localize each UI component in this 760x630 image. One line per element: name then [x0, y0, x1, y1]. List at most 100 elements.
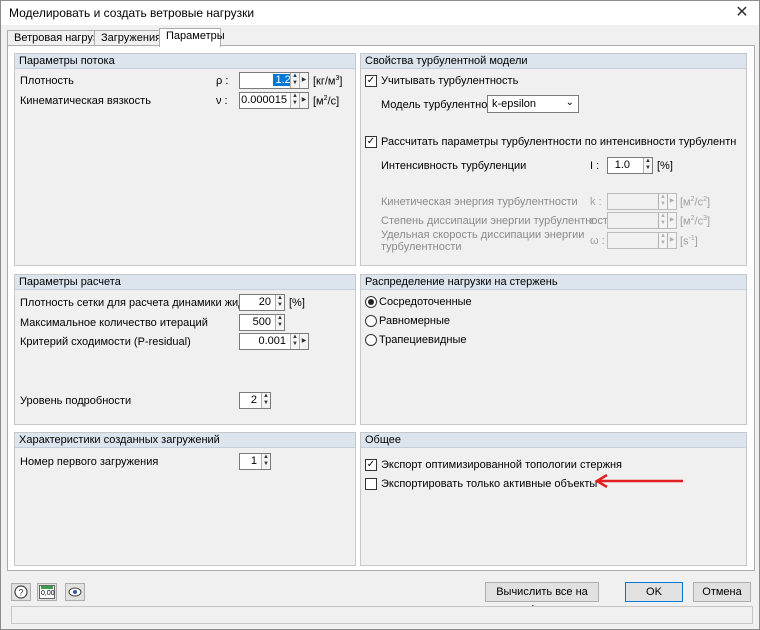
viscosity-input[interactable]: 0.000015 ▲ ▼ ▶	[239, 92, 309, 109]
consider-turbulence-label: Учитывать турбулентность	[381, 75, 519, 87]
turbulence-model-label: Модель турбулентности	[381, 99, 505, 111]
viscosity-value: 0.000015	[241, 94, 287, 106]
dissipation-unit: [м2/с3]	[680, 215, 711, 228]
spin-updown-icon[interactable]: ▲ ▼	[643, 158, 652, 173]
trapezoidal-radio[interactable]	[365, 334, 377, 346]
kinetic-energy-label: Кинетическая энергия турбулентности	[381, 196, 578, 208]
title-bar: Моделировать и создать ветровые нагрузки…	[1, 1, 759, 25]
group-header: Распределение нагрузки на стержень	[361, 275, 746, 290]
annotation-arrow-icon	[594, 474, 683, 488]
uniform-radio[interactable]	[365, 315, 377, 327]
spin-updown-icon[interactable]: ▲ ▼	[261, 393, 270, 408]
density-unit: [кг/м3]	[313, 75, 343, 88]
spin-updown-icon: ▲ ▼	[658, 194, 667, 209]
export-active-label: Экспортировать только активные объекты	[381, 478, 598, 490]
intensity-unit: [%]	[657, 160, 673, 172]
tab-wind-load[interactable]: Ветровая нагрузка	[7, 30, 109, 46]
load-cases-group: Характеристики созданных загружений Номе…	[14, 432, 356, 566]
mesh-density-label: Плотность сетки для расчета динамики жид…	[20, 297, 273, 309]
max-iterations-value: 500	[252, 316, 271, 328]
spin-right-icon[interactable]: ▶	[299, 93, 308, 108]
first-load-case-input[interactable]: 1 ▲ ▼	[239, 453, 271, 470]
spin-updown-icon[interactable]: ▲ ▼	[290, 334, 299, 349]
spin-updown-icon: ▲ ▼	[658, 213, 667, 228]
spin-right-icon[interactable]: ▶	[299, 334, 308, 349]
detail-level-value: 2	[250, 394, 257, 406]
detail-level-input[interactable]: 2 ▲ ▼	[239, 392, 271, 409]
export-active-checkbox[interactable]	[365, 478, 377, 490]
chevron-down-icon: ⌄	[565, 97, 574, 108]
flow-parameters-group: Параметры потока Плотность ρ : 1.250 ▲▼ …	[14, 53, 356, 266]
intensity-value: 1.0	[614, 159, 630, 171]
spin-right-icon: ▶	[667, 194, 676, 209]
turbulence-model-select[interactable]: k-epsilon ⌄	[487, 95, 579, 113]
ok-button[interactable]: OK	[625, 582, 683, 602]
spin-right-icon: ▶	[667, 213, 676, 228]
cancel-button[interactable]: Отмена	[693, 582, 751, 602]
kinetic-energy-symbol: k :	[590, 196, 602, 208]
mesh-density-unit: [%]	[289, 297, 305, 309]
group-header: Параметры расчета	[15, 275, 355, 290]
status-bar	[11, 606, 753, 624]
group-header: Характеристики созданных загружений	[15, 433, 355, 448]
first-load-case-label: Номер первого загружения	[20, 456, 159, 468]
dissipation-label: Степень диссипации энергии турбулентност…	[381, 215, 615, 227]
spin-updown-icon[interactable]: ▲ ▼	[290, 93, 299, 108]
svg-text:?: ?	[18, 588, 23, 598]
max-iterations-label: Максимальное количество итераций	[20, 317, 208, 329]
view-button[interactable]	[65, 583, 85, 601]
spin-right-icon: ▶	[667, 233, 676, 248]
spin-updown-icon[interactable]: ▲ ▼	[261, 454, 270, 469]
spin-updown-icon: ▲ ▼	[658, 233, 667, 248]
intensity-symbol: I :	[590, 160, 600, 172]
consider-turbulence-checkbox[interactable]: ✓	[365, 75, 377, 87]
group-header: Свойства турбулентной модели	[361, 54, 746, 69]
spin-updown-icon[interactable]: ▲ ▼	[275, 295, 284, 310]
density-input[interactable]: 1.250 ▲▼ ▶	[239, 72, 309, 89]
turbulence-model-group: Свойства турбулентной модели ✓ Учитывать…	[360, 53, 747, 266]
specific-dissipation-unit: [s-1]	[680, 235, 698, 248]
uniform-label: Равномерные	[379, 315, 451, 327]
spin-updown-icon[interactable]: ▲ ▼	[290, 73, 299, 88]
trapezoidal-label: Трапециевидные	[379, 334, 467, 346]
dissipation-symbol: ε :	[590, 215, 602, 227]
load-distribution-group: Распределение нагрузки на стержень Сосре…	[360, 274, 747, 425]
first-load-case-value: 1	[250, 455, 257, 467]
help-icon: ?	[14, 585, 28, 599]
specific-dissipation-label-1: Удельная скорость диссипации энергии	[381, 229, 585, 241]
mesh-density-input[interactable]: 20 ▲ ▼	[239, 294, 285, 311]
export-topology-checkbox[interactable]: ✓	[365, 459, 377, 471]
spin-updown-icon[interactable]: ▲ ▼	[275, 315, 284, 330]
detail-level-label: Уровень подробности	[20, 395, 132, 407]
calc-all-background-button[interactable]: Вычислить все на фоне	[485, 582, 599, 616]
group-header: Параметры потока	[15, 54, 355, 69]
residual-value: 0.001	[258, 335, 286, 347]
viscosity-label: Кинематическая вязкость	[20, 95, 151, 107]
spin-right-icon[interactable]: ▶	[299, 73, 308, 88]
concentrated-label: Сосредоточенные	[379, 296, 472, 308]
tab-load-cases[interactable]: Загружения	[94, 30, 161, 46]
density-symbol: ρ :	[216, 75, 229, 87]
close-icon[interactable]: ✕	[725, 1, 759, 25]
kinetic-energy-input: ▲ ▼ ▶	[607, 193, 677, 210]
calc-from-intensity-checkbox[interactable]: ✓	[365, 136, 377, 148]
max-iterations-input[interactable]: 500 ▲ ▼	[239, 314, 285, 331]
residual-input[interactable]: 0.001 ▲ ▼ ▶	[239, 333, 309, 350]
tab-parameters[interactable]: Параметры	[159, 28, 225, 47]
eye-icon	[68, 587, 82, 597]
specific-dissipation-symbol: ω :	[590, 235, 605, 247]
units-button[interactable]: 0,00	[37, 583, 57, 601]
general-group: Общее ✓ Экспорт оптимизированной тополог…	[360, 432, 747, 566]
help-button[interactable]: ?	[11, 583, 31, 601]
kinetic-energy-unit: [м2/с2]	[680, 196, 711, 209]
density-label: Плотность	[20, 75, 74, 87]
dissipation-input: ▲ ▼ ▶	[607, 212, 677, 229]
intensity-label: Интенсивность турбуленции	[381, 160, 527, 172]
group-header: Общее	[361, 433, 746, 448]
calc-from-intensity-label: Рассчитать параметры турбулентности по и…	[381, 136, 737, 148]
specific-dissipation-label-2: турбулентности	[381, 241, 462, 253]
intensity-input[interactable]: 1.0 ▲ ▼	[607, 157, 653, 174]
concentrated-radio[interactable]	[365, 296, 377, 308]
dialog-window: Моделировать и создать ветровые нагрузки…	[0, 0, 760, 630]
viscosity-symbol: ν :	[216, 95, 228, 107]
